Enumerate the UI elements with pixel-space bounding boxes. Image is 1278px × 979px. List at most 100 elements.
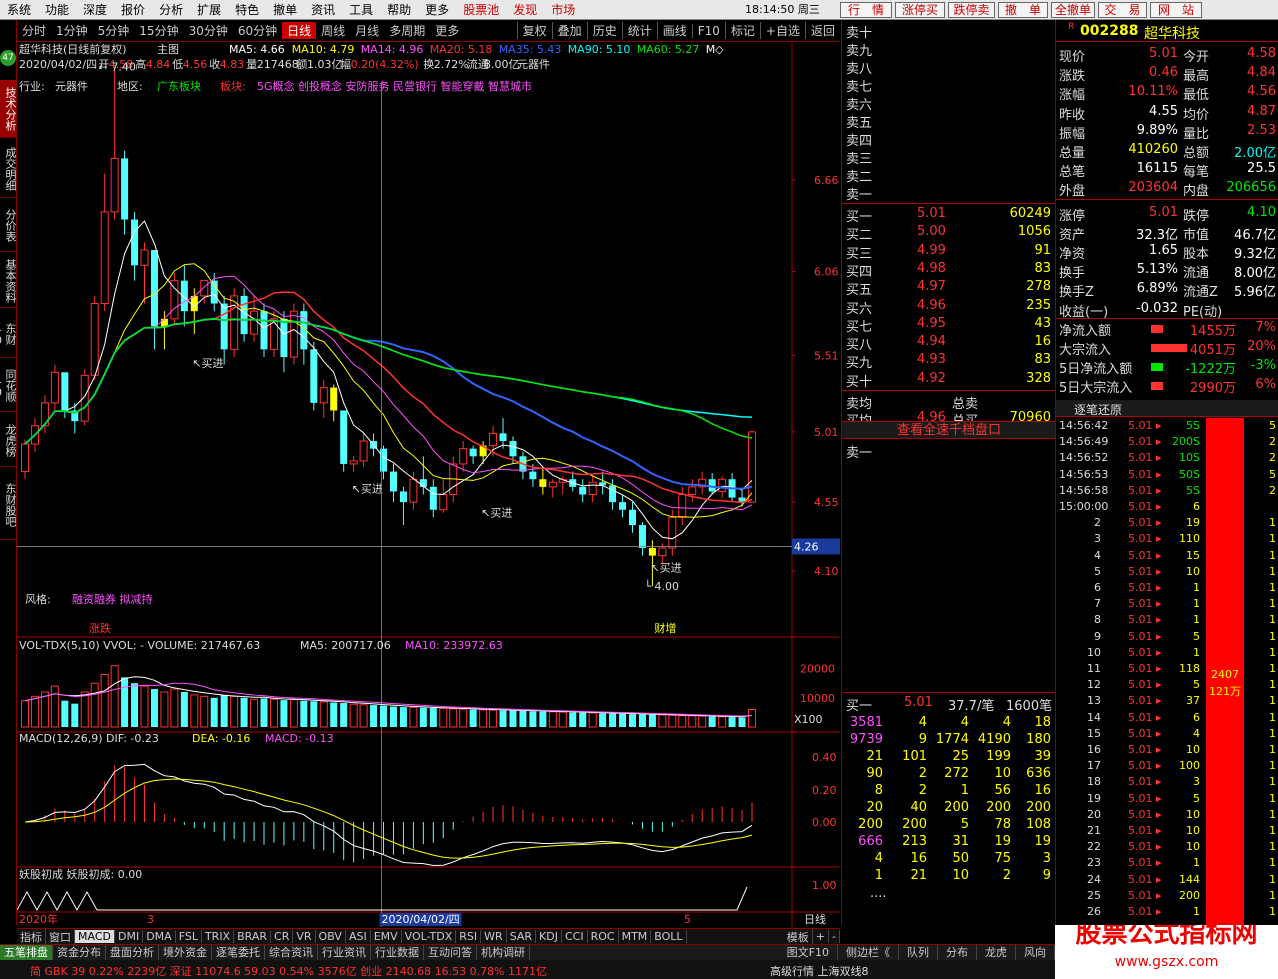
toolbar-button-5[interactable]: 交 易 (1098, 2, 1147, 18)
toolbar-button-6[interactable]: 网 站 (1150, 2, 1202, 18)
chart-area[interactable]: 超华科技(日线前复权) 主图 MA5: 4.66 MA10: 4.79 MA14: 4.… (16, 42, 840, 927)
menu-item-1[interactable]: 功能 (38, 0, 76, 20)
footer-tab-4[interactable]: 逐笔委托 (212, 945, 265, 960)
menu-red-item-2[interactable]: 市场 (544, 0, 582, 20)
indicator-tab-17[interactable]: KDJ (536, 930, 562, 943)
chart-tool-7[interactable]: +自选 (759, 22, 805, 39)
indicator-tab-13[interactable]: VOL-TDX (402, 930, 457, 943)
indicator-tab-5[interactable]: FSL (176, 930, 202, 943)
indicator-tab-10[interactable]: OBV (316, 930, 346, 943)
left-tab-2[interactable]: 分价表 (0, 200, 17, 252)
chart-tool-8[interactable]: 返回 (804, 22, 840, 39)
indicator-tab-2[interactable]: MACD (75, 930, 115, 943)
quote-panel: R 002288 超华科技 现价 5.01 今开 4.58 涨跌 0.46 最高 4.84 涨幅 10.… (1055, 20, 1278, 400)
menu-red-item-0[interactable]: 股票池 (456, 0, 506, 20)
left-tab-0[interactable]: 技术分析 (0, 80, 17, 138)
queue-cell-4-1: 2 (918, 783, 927, 798)
indicator-tab-1[interactable]: 窗口 (46, 928, 75, 945)
footer-tab-2[interactable]: 盘面分析 (106, 945, 159, 960)
footer-right-tab-5[interactable]: 风向 (1016, 945, 1055, 960)
toolbar-button-3[interactable]: 撤 单 (998, 2, 1048, 18)
footer-tab-1[interactable]: 资金分布 (53, 945, 106, 960)
footer-right-tab-1[interactable]: 侧边栏《 (838, 945, 899, 960)
footer-right-tab-3[interactable]: 分布 (938, 945, 977, 960)
footer-right-tab-2[interactable]: 队列 (899, 945, 938, 960)
menu-item-7[interactable]: 撤单 (266, 0, 304, 20)
footer-tab-7[interactable]: 行业数据 (371, 945, 424, 960)
footer-right-tab-4[interactable]: 龙虎 (977, 945, 1016, 960)
kline-chart[interactable]: 超华科技(日线前复权) 主图 MA5: 4.66 MA10: 4.79 MA14: 4.… (16, 42, 840, 927)
footer-tab-3[interactable]: 境外资金 (159, 945, 212, 960)
menu-item-3[interactable]: 报价 (114, 0, 152, 20)
period-0[interactable]: 分时 (17, 22, 51, 39)
menu-item-8[interactable]: 资讯 (304, 0, 342, 20)
indicator-tab-3[interactable]: DMI (115, 930, 144, 943)
indicator-extra-2[interactable]: - (829, 930, 840, 943)
indicator-tab-15[interactable]: WR (481, 930, 507, 943)
indicator-tab-4[interactable]: DMA (143, 930, 176, 943)
left-tab-4[interactable]: 东财10 (0, 310, 17, 358)
indicator-tab-7[interactable]: BRAR (234, 930, 272, 943)
indicator-tab-16[interactable]: SAR (507, 930, 537, 943)
left-tab-5[interactable]: 同花顺10 (0, 360, 17, 412)
period-1[interactable]: 1分钟 (51, 22, 93, 39)
indicator-tab-14[interactable]: RSI (456, 930, 482, 943)
chart-tool-6[interactable]: 标记 (724, 22, 760, 39)
menu-red-item-1[interactable]: 发现 (506, 0, 544, 20)
toolbar-button-4[interactable]: 全撤单 (1051, 2, 1095, 18)
sell-level-0: 卖十 (846, 26, 873, 41)
indicator-tab-8[interactable]: CR (271, 930, 294, 943)
left-tab-7[interactable]: 东财股吧 (0, 470, 17, 540)
menu-item-2[interactable]: 深度 (76, 0, 114, 20)
indicator-tab-21[interactable]: BOLL (651, 930, 687, 943)
indicator-tab-0[interactable]: 指标 (17, 928, 46, 945)
indicator-tab-18[interactable]: CCI (562, 930, 588, 943)
indicator-tab-6[interactable]: TRIX (202, 930, 235, 943)
chart-tool-5[interactable]: F10 (691, 23, 725, 38)
menu-item-4[interactable]: 分析 (152, 0, 190, 20)
menu-item-6[interactable]: 特色 (228, 0, 266, 20)
period-9[interactable]: 多周期 (384, 22, 430, 39)
period-5[interactable]: 60分钟 (233, 22, 282, 39)
queue-cell-2-1: 101 (902, 749, 927, 764)
indicator-tab-20[interactable]: MTM (619, 930, 652, 943)
indicator-tab-9[interactable]: VR (293, 930, 316, 943)
full-depth-button[interactable]: 查看全速千档盘口 (842, 421, 1056, 439)
period-7[interactable]: 周线 (316, 22, 350, 39)
indicator-tab-19[interactable]: ROC (588, 930, 619, 943)
left-tab-3[interactable]: 基本资料 (0, 255, 17, 308)
period-8[interactable]: 月线 (350, 22, 384, 39)
period-10[interactable]: 更多 (430, 22, 464, 39)
chart-tool-3[interactable]: 统计 (621, 22, 657, 39)
indicator-tab-11[interactable]: ASI (346, 930, 371, 943)
toolbar-button-1[interactable]: 涨停买 (895, 2, 945, 18)
footer-right-tab-0[interactable]: 图文F10 (779, 945, 838, 960)
period-4[interactable]: 30分钟 (184, 22, 233, 39)
menu-item-0[interactable]: 系统 (0, 0, 38, 20)
footer-tab-8[interactable]: 互动问答 (424, 945, 477, 960)
indicator-extra-1[interactable]: + (813, 930, 830, 943)
menu-item-11[interactable]: 更多 (418, 0, 456, 20)
period-6[interactable]: 日线 (282, 22, 317, 39)
toolbar-button-0[interactable]: 行 情 (840, 2, 892, 18)
chart-tool-2[interactable]: 历史 (586, 22, 622, 39)
menu-item-5[interactable]: 扩展 (190, 0, 228, 20)
indicator-tab-12[interactable]: EMV (371, 930, 402, 943)
footer-tab-6[interactable]: 行业资讯 (318, 945, 371, 960)
indicator-extra-0[interactable]: 模板 (784, 928, 813, 945)
zhangdie-label: 涨跌 (89, 621, 111, 635)
toolbar-button-2[interactable]: 跌停卖 (948, 2, 995, 18)
menu-item-9[interactable]: 工具 (342, 0, 380, 20)
chart-tool-1[interactable]: 叠加 (551, 22, 587, 39)
chart-tool-4[interactable]: 画线 (656, 22, 692, 39)
left-tab-1[interactable]: 成交明细 (0, 140, 17, 198)
period-2[interactable]: 5分钟 (93, 22, 135, 39)
left-tab-6[interactable]: 龙虎榜 (0, 415, 17, 467)
footer-tab-5[interactable]: 综合资讯 (265, 945, 318, 960)
footer-tab-0[interactable]: 五笔排盘 (0, 945, 53, 960)
menu-item-10[interactable]: 帮助 (380, 0, 418, 20)
chart-tool-0[interactable]: 复权 (516, 22, 552, 39)
period-3[interactable]: 15分钟 (134, 22, 183, 39)
main-label[interactable]: 主图 (157, 43, 179, 56)
footer-tab-9[interactable]: 机构调研 (477, 945, 530, 960)
